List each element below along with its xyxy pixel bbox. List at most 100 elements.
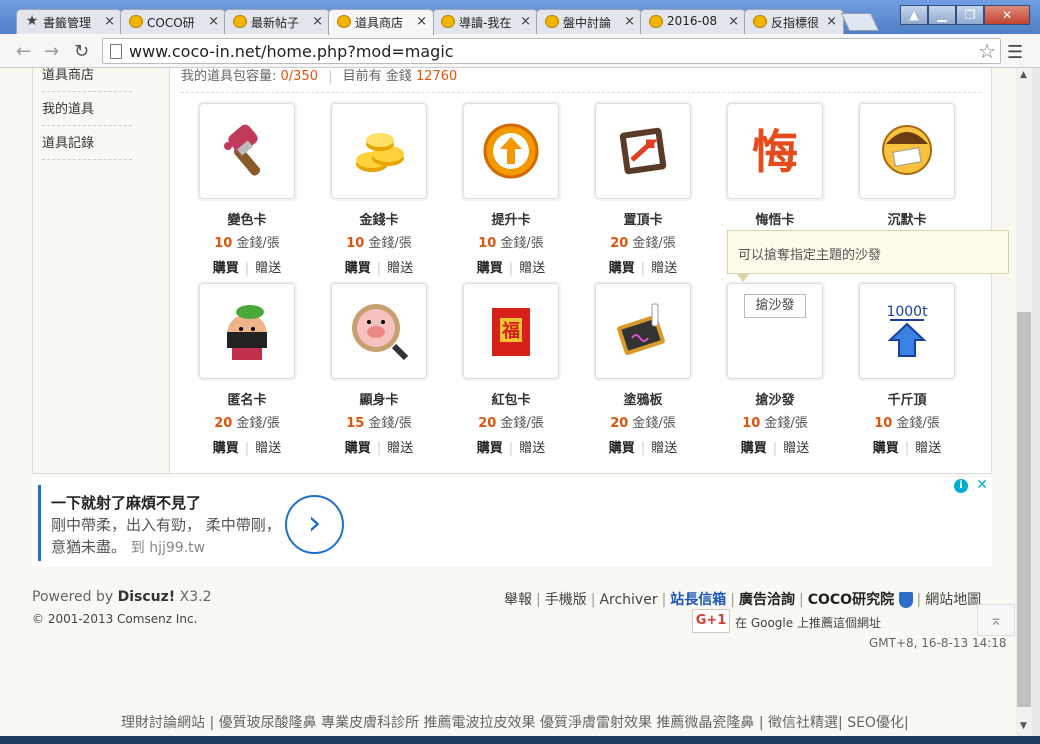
close-icon[interactable]: × bbox=[826, 14, 837, 29]
forward-icon[interactable]: → bbox=[44, 41, 59, 62]
window-edge bbox=[1032, 68, 1040, 744]
item-name[interactable]: 匿名卡 bbox=[192, 389, 302, 408]
address-bar[interactable]: www.coco-in.net/home.php?mod=magic ☆ bbox=[102, 38, 1001, 64]
buy-button[interactable]: 購買 bbox=[213, 261, 239, 276]
buy-button[interactable]: 購買 bbox=[345, 441, 371, 456]
silence-face-icon[interactable] bbox=[859, 103, 955, 199]
item-name[interactable]: 搶沙發 bbox=[720, 389, 830, 408]
back-icon[interactable]: ← bbox=[16, 41, 31, 62]
tab-latest-posts[interactable]: 最新帖子 × bbox=[224, 9, 330, 34]
ad-link[interactable]: 到 hjj99.tw bbox=[131, 540, 205, 556]
gift-button[interactable]: 贈送 bbox=[783, 441, 809, 456]
new-tab-button[interactable] bbox=[840, 13, 880, 31]
pin-top-icon[interactable] bbox=[595, 103, 691, 199]
user-icon[interactable]: ▲ bbox=[900, 5, 928, 25]
close-window-button[interactable]: ✕ bbox=[984, 5, 1030, 25]
sidebar-item-my-items[interactable]: 我的道具 bbox=[42, 98, 132, 126]
shield-icon[interactable] bbox=[898, 592, 913, 608]
gift-button[interactable]: 贈送 bbox=[651, 441, 677, 456]
close-icon[interactable]: × bbox=[728, 14, 739, 29]
footer-link-contact[interactable]: 站長信箱 bbox=[670, 592, 726, 608]
google-plus-button[interactable]: G+1 bbox=[692, 609, 730, 633]
close-icon[interactable]: × bbox=[416, 14, 427, 29]
footer-link-archiver[interactable]: Archiver bbox=[599, 592, 657, 608]
buy-button[interactable]: 購買 bbox=[873, 441, 899, 456]
footer-link-coco[interactable]: COCO研究院 bbox=[808, 592, 894, 608]
scroll-down-icon[interactable]: ▼ bbox=[1020, 721, 1027, 731]
coco-icon bbox=[649, 15, 663, 28]
item-name[interactable]: 金錢卡 bbox=[324, 209, 434, 228]
close-icon[interactable]: × bbox=[520, 14, 531, 29]
gift-button[interactable]: 贈送 bbox=[255, 261, 281, 276]
discuz-link[interactable]: Discuz! bbox=[118, 589, 176, 605]
close-icon[interactable]: × bbox=[208, 14, 219, 29]
ad-go-button[interactable]: › bbox=[285, 495, 344, 554]
gift-button[interactable]: 贈送 bbox=[519, 441, 545, 456]
menu-icon[interactable]: ☰ bbox=[1007, 42, 1023, 63]
tab-bookmarks[interactable]: ★ 書籤管理 × bbox=[16, 9, 122, 34]
regret-char-icon[interactable]: 悔 bbox=[727, 103, 823, 199]
gift-button[interactable]: 贈送 bbox=[651, 261, 677, 276]
tab-guide[interactable]: 導讀-我在 × bbox=[432, 9, 538, 34]
ad-headline[interactable]: 一下就射了麻煩不見了 bbox=[51, 492, 201, 513]
magnifier-pig-icon[interactable] bbox=[331, 283, 427, 379]
minimize-button[interactable]: ▁ bbox=[928, 5, 956, 25]
gift-button[interactable]: 贈送 bbox=[915, 441, 941, 456]
buy-button[interactable]: 購買 bbox=[345, 261, 371, 276]
footer-link-ads[interactable]: 廣告洽詢 bbox=[739, 592, 795, 608]
item-name[interactable]: 提升卡 bbox=[456, 209, 566, 228]
tab-intraday[interactable]: 盤中討論 × bbox=[536, 9, 642, 34]
footer-link-mobile[interactable]: 手機版 bbox=[545, 592, 587, 608]
paint-brush-icon[interactable] bbox=[199, 103, 295, 199]
reload-icon[interactable]: ↻ bbox=[74, 41, 89, 62]
scrollbar-thumb[interactable] bbox=[1017, 312, 1031, 707]
buy-button[interactable]: 購買 bbox=[741, 441, 767, 456]
up-arrow-icon[interactable] bbox=[463, 103, 559, 199]
chalkboard-icon[interactable] bbox=[595, 283, 691, 379]
bookmark-star-icon[interactable]: ☆ bbox=[978, 39, 996, 63]
item-name[interactable]: 變色卡 bbox=[192, 209, 302, 228]
gift-button[interactable]: 贈送 bbox=[519, 261, 545, 276]
buy-button[interactable]: 購買 bbox=[609, 441, 635, 456]
close-icon[interactable]: × bbox=[312, 14, 323, 29]
item-name[interactable]: 置頂卡 bbox=[588, 209, 698, 228]
gift-button[interactable]: 贈送 bbox=[387, 261, 413, 276]
ninja-icon[interactable] bbox=[199, 283, 295, 379]
maximize-button[interactable]: ❐ bbox=[956, 5, 984, 25]
buy-button[interactable]: 購買 bbox=[213, 441, 239, 456]
item-name[interactable]: 沉默卡 bbox=[852, 209, 962, 228]
close-icon[interactable]: × bbox=[624, 14, 635, 29]
buy-button[interactable]: 購買 bbox=[477, 441, 503, 456]
vertical-scrollbar[interactable]: ▲ ▼ bbox=[1016, 68, 1032, 736]
item-name[interactable]: 悔悟卡 bbox=[720, 209, 830, 228]
buy-button[interactable]: 購買 bbox=[609, 261, 635, 276]
item-name[interactable]: 顯身卡 bbox=[324, 389, 434, 408]
footer-link-sitemap[interactable]: 網站地圖 bbox=[925, 592, 981, 608]
tab-coco[interactable]: COCO研 × bbox=[120, 9, 226, 34]
gift-button[interactable]: 贈送 bbox=[387, 441, 413, 456]
svg-text:1000t: 1000t bbox=[886, 304, 928, 320]
tab-2016-08[interactable]: 2016-08 × bbox=[640, 9, 746, 34]
footer-link-report[interactable]: 舉報 bbox=[504, 592, 532, 608]
item-name[interactable]: 紅包卡 bbox=[456, 389, 566, 408]
buy-button[interactable]: 購買 bbox=[477, 261, 503, 276]
back-to-top-button[interactable]: ⌅ bbox=[977, 604, 1015, 636]
item-name[interactable]: 塗鴉板 bbox=[588, 389, 698, 408]
ad-info-icon[interactable]: i bbox=[954, 479, 968, 493]
ad-banner[interactable]: 一下就射了麻煩不見了 剛中帶柔，出入有勁， 柔中帶剛，意猶未盡。 到 hjj99… bbox=[32, 477, 992, 567]
tab-contrarian[interactable]: 反指標很 × bbox=[744, 9, 844, 34]
sidebar-item-shop[interactable]: 道具商店 bbox=[42, 68, 132, 92]
jack-1000t-icon[interactable]: 1000t bbox=[859, 283, 955, 379]
ad-close-icon[interactable]: ✕ bbox=[976, 477, 988, 493]
gift-button[interactable]: 贈送 bbox=[255, 441, 281, 456]
broken-image-icon[interactable]: 搶沙發 bbox=[727, 283, 823, 379]
sidebar-item-records[interactable]: 道具記錄 bbox=[42, 132, 132, 160]
red-envelope-icon[interactable]: 福 bbox=[463, 283, 559, 379]
bottom-links[interactable]: 理財討論網站 | 優質玻尿酸隆鼻 專業皮膚科診所 推薦電波拉皮效果 優質淨膚雷射… bbox=[121, 712, 909, 732]
gold-coins-icon[interactable] bbox=[331, 103, 427, 199]
scroll-up-icon[interactable]: ▲ bbox=[1020, 70, 1027, 80]
url-text[interactable]: www.coco-in.net/home.php?mod=magic bbox=[129, 42, 454, 61]
close-icon[interactable]: × bbox=[104, 14, 115, 29]
tab-magic-shop[interactable]: 道具商店 × bbox=[328, 9, 434, 35]
item-name[interactable]: 千斤頂 bbox=[852, 389, 962, 408]
